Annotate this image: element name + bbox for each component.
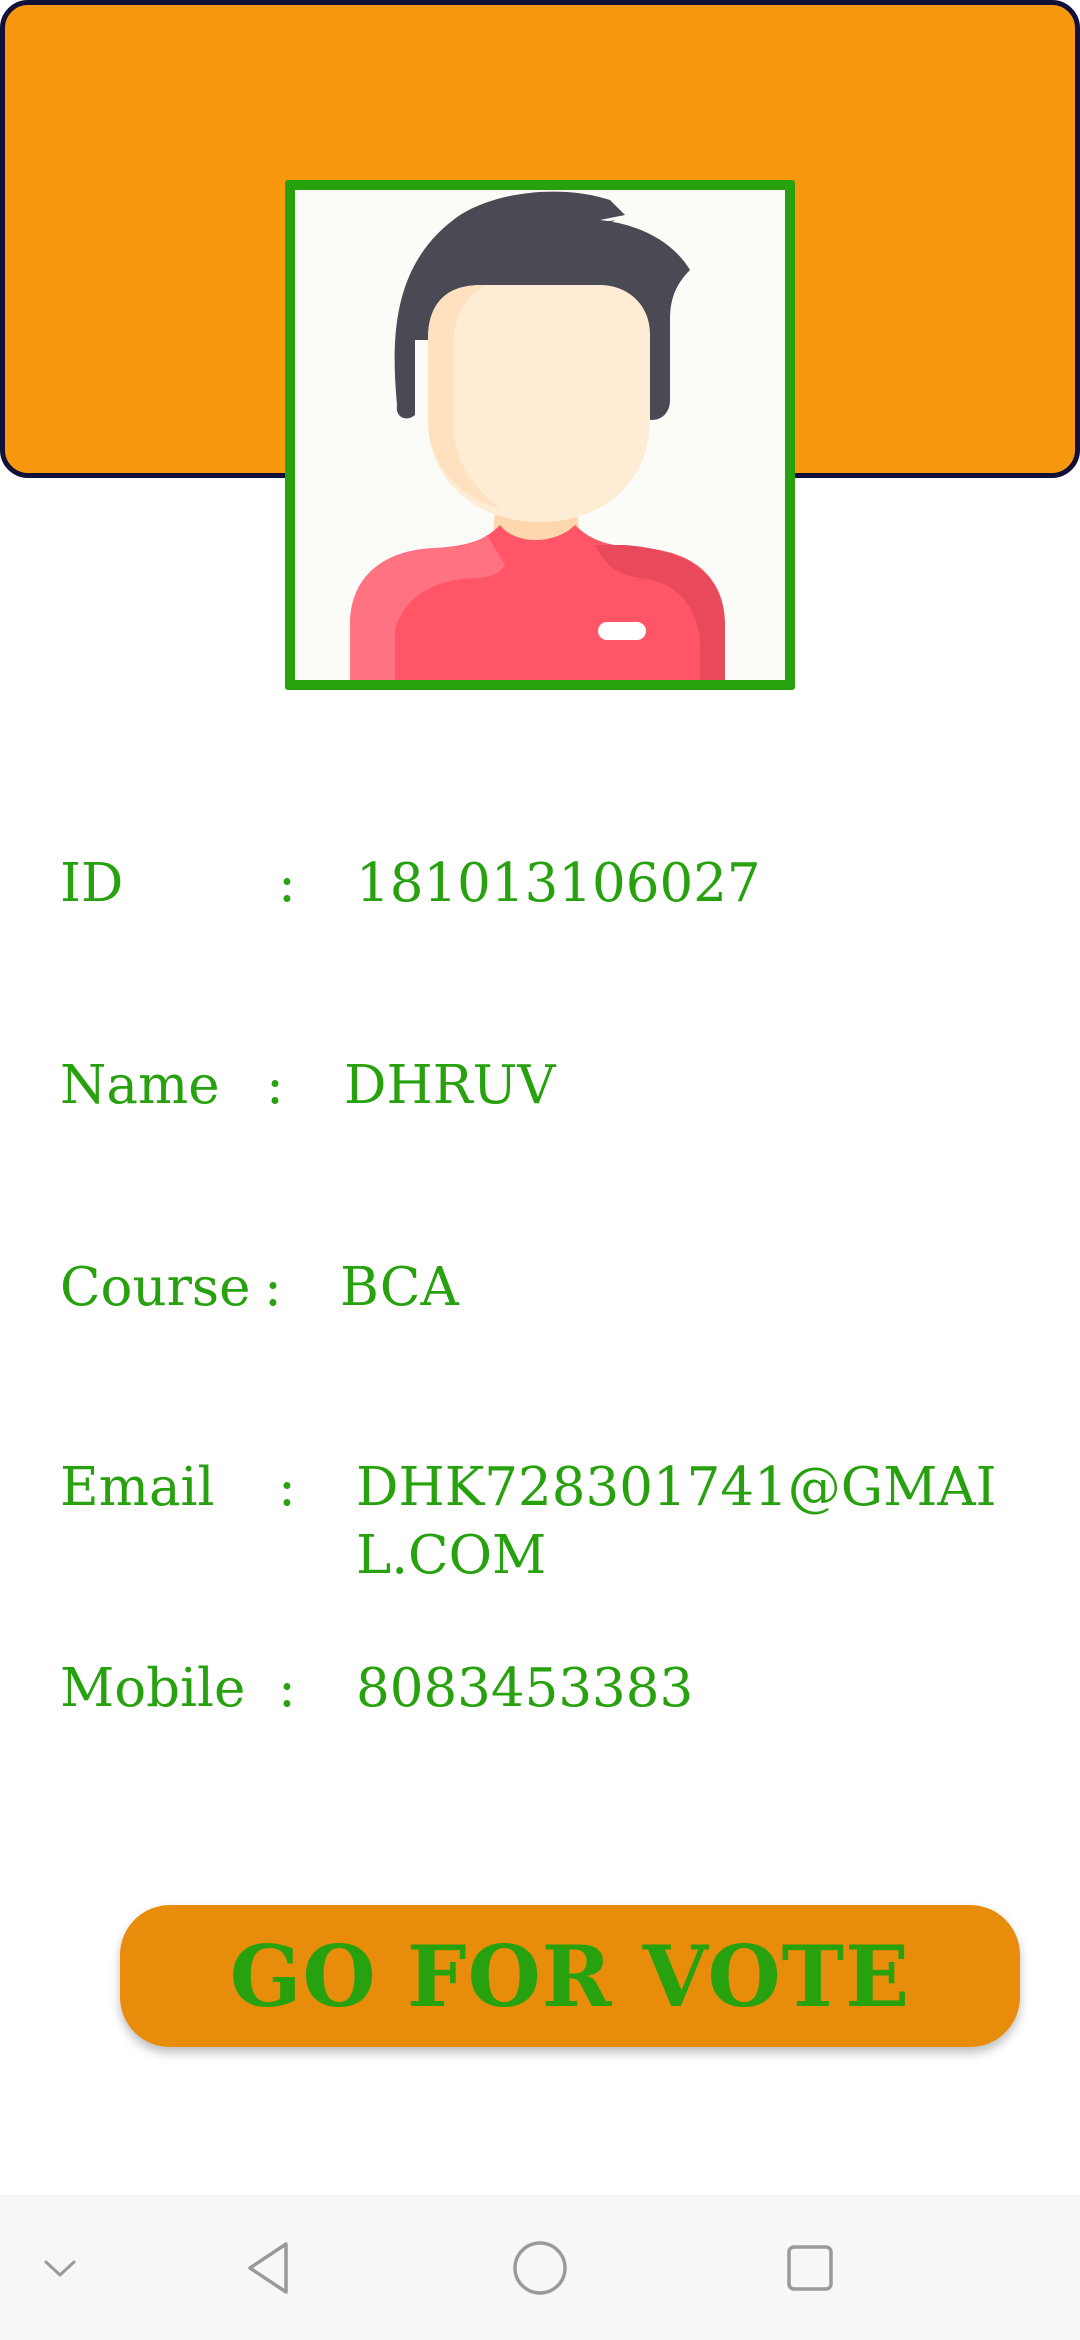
mobile-value: 8083453383 bbox=[356, 1658, 694, 1719]
person-avatar-icon bbox=[295, 190, 785, 680]
nav-recents-button[interactable] bbox=[750, 2195, 870, 2340]
system-nav-bar bbox=[0, 2195, 1080, 2340]
back-triangle-icon bbox=[248, 2241, 288, 2294]
profile-photo bbox=[285, 180, 795, 690]
course-label: Course bbox=[60, 1257, 251, 1318]
nav-collapse-button[interactable] bbox=[0, 2195, 120, 2340]
home-circle-icon bbox=[513, 2240, 567, 2295]
id-value: 181013106027 bbox=[356, 853, 761, 914]
go-for-vote-button[interactable]: GO FOR VOTE bbox=[120, 1905, 1020, 2047]
mobile-separator: : bbox=[278, 1658, 296, 1719]
name-value: DHRUV bbox=[344, 1055, 556, 1116]
email-value: DHK728301741@GMAIL.COM bbox=[356, 1457, 997, 1586]
name-label: Name bbox=[60, 1055, 220, 1116]
id-label: ID bbox=[60, 853, 124, 914]
nav-back-button[interactable] bbox=[210, 2195, 330, 2340]
course-value: BCA bbox=[340, 1257, 459, 1318]
email-label: Email bbox=[60, 1457, 215, 1518]
name-separator: : bbox=[266, 1055, 284, 1116]
nav-home-button[interactable] bbox=[480, 2195, 600, 2340]
chevron-down-icon bbox=[44, 2260, 76, 2276]
course-separator: : bbox=[264, 1257, 282, 1318]
mobile-label: Mobile bbox=[60, 1658, 246, 1719]
id-separator: : bbox=[278, 853, 296, 914]
email-separator: : bbox=[278, 1457, 296, 1518]
recents-square-icon bbox=[787, 2244, 833, 2291]
